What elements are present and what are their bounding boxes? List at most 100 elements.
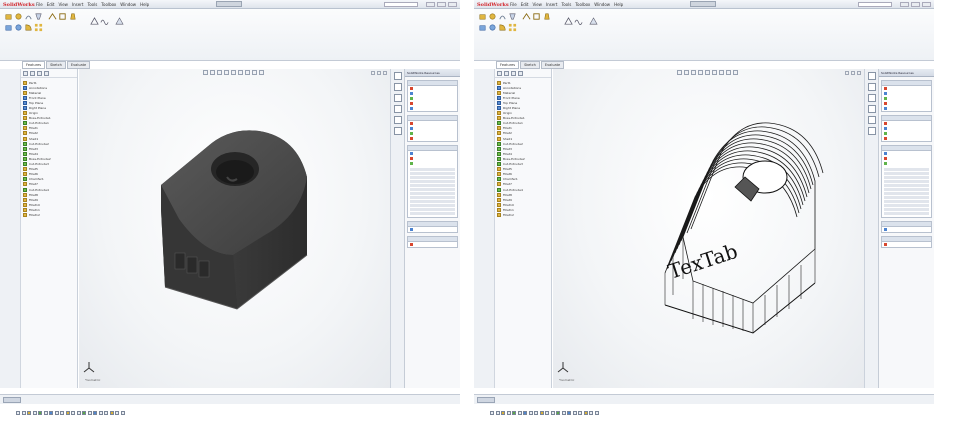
tree-item[interactable]: Fillet12 [497, 212, 551, 217]
curves-icon[interactable] [574, 17, 583, 26]
draft-icon[interactable] [68, 12, 77, 21]
menu-edit[interactable]: Edit [521, 2, 529, 7]
tree-item[interactable]: Fillet12 [23, 212, 77, 217]
grid-icon[interactable] [589, 411, 593, 415]
circle-icon[interactable] [506, 411, 511, 415]
file-explorer-tab-icon[interactable] [393, 94, 402, 102]
smart-dimension-icon[interactable] [539, 411, 544, 415]
resource-link[interactable] [408, 242, 457, 247]
search-input[interactable] [384, 2, 418, 7]
tab-sketch[interactable]: Sketch [520, 61, 540, 69]
extrude-boss-icon[interactable] [4, 12, 13, 21]
design-library-tab-icon[interactable] [393, 83, 402, 91]
fillet-icon[interactable] [24, 23, 33, 32]
extend-icon[interactable] [550, 411, 555, 415]
rapid-sketch-icon[interactable] [594, 411, 599, 415]
instant3d-icon[interactable] [589, 17, 598, 26]
menu-tools[interactable]: Tools [87, 2, 97, 7]
dimxpert-tab-icon[interactable] [44, 71, 49, 76]
shell-icon[interactable] [532, 12, 541, 21]
revolve-cut-icon[interactable] [488, 23, 497, 32]
quick-snaps-icon[interactable] [109, 411, 114, 415]
resource-link[interactable] [882, 136, 931, 141]
smart-dimension-icon[interactable] [65, 411, 70, 415]
shell-icon[interactable] [58, 12, 67, 21]
configuration-manager-tab-icon[interactable] [37, 71, 42, 76]
tab-features[interactable]: Features [22, 61, 46, 69]
move-icon[interactable] [93, 411, 97, 415]
resource-link[interactable] [882, 227, 931, 232]
extrude-boss-icon[interactable] [478, 12, 487, 21]
resource-link[interactable] [882, 106, 931, 111]
resource-link[interactable] [408, 136, 457, 141]
move-icon[interactable] [567, 411, 571, 415]
line-icon[interactable] [495, 411, 500, 415]
rib-icon[interactable] [48, 12, 57, 21]
arc-icon[interactable] [38, 411, 42, 415]
custom-properties-tab-icon[interactable] [867, 127, 876, 135]
offset-icon[interactable] [82, 411, 86, 415]
rapid-sketch-icon[interactable] [120, 411, 125, 415]
dimxpert-tab-icon[interactable] [518, 71, 523, 76]
centerline-icon[interactable] [528, 411, 533, 415]
centerline-icon[interactable] [54, 411, 59, 415]
spline-icon[interactable] [43, 411, 48, 415]
maximize-button[interactable] [911, 2, 920, 7]
menu-file[interactable]: File [36, 2, 43, 7]
graphics-viewport[interactable]: TexTab *Isometric [553, 69, 864, 388]
feature-manager-tab-icon[interactable] [497, 71, 502, 76]
resource-link[interactable] [882, 242, 931, 247]
minimize-button[interactable] [900, 2, 909, 7]
draft-icon[interactable] [542, 12, 551, 21]
minimize-button[interactable] [426, 2, 435, 7]
text-icon[interactable] [534, 411, 538, 415]
sketch-icon[interactable] [490, 411, 494, 415]
repair-icon[interactable] [104, 411, 108, 415]
resource-link[interactable] [408, 106, 457, 111]
design-library-tab-icon[interactable] [867, 83, 876, 91]
model-tab[interactable] [3, 397, 21, 403]
menu-edit[interactable]: Edit [47, 2, 55, 7]
appearances-tab-icon[interactable] [867, 116, 876, 124]
rib-icon[interactable] [522, 12, 531, 21]
reference-geometry-icon[interactable] [564, 17, 573, 26]
property-manager-tab-icon[interactable] [504, 71, 509, 76]
extrude-cut-icon[interactable] [478, 23, 487, 32]
tab-evaluate[interactable]: Evaluate [66, 61, 91, 69]
line-icon[interactable] [21, 411, 26, 415]
view-palette-tab-icon[interactable] [867, 105, 876, 113]
menu-toolbox[interactable]: Toolbox [101, 2, 116, 7]
circle-icon[interactable] [32, 411, 37, 415]
menu-view[interactable]: View [58, 2, 68, 7]
view-palette-tab-icon[interactable] [393, 105, 402, 113]
loft-icon[interactable] [508, 12, 517, 21]
graphics-viewport[interactable]: *Isometric [79, 69, 390, 388]
menu-insert[interactable]: Insert [72, 2, 83, 7]
resources-tab-icon[interactable] [393, 72, 402, 80]
offset-icon[interactable] [556, 411, 560, 415]
menu-tools[interactable]: Tools [561, 2, 571, 7]
menu-file[interactable]: File [510, 2, 517, 7]
menu-window[interactable]: Window [120, 2, 136, 7]
mirror-icon[interactable] [87, 411, 92, 415]
pattern-icon[interactable] [34, 23, 43, 32]
revolve-boss-icon[interactable] [488, 12, 497, 21]
feature-manager-tab-icon[interactable] [23, 71, 28, 76]
file-explorer-tab-icon[interactable] [867, 94, 876, 102]
tab-features[interactable]: Features [496, 61, 520, 69]
instant3d-icon[interactable] [115, 17, 124, 26]
spline-icon[interactable] [517, 411, 522, 415]
loft-icon[interactable] [34, 12, 43, 21]
menu-insert[interactable]: Insert [546, 2, 557, 7]
menu-help[interactable]: Help [140, 2, 149, 7]
tab-evaluate[interactable]: Evaluate [540, 61, 565, 69]
rectangle-icon[interactable] [501, 411, 505, 415]
sweep-icon[interactable] [498, 12, 507, 21]
extend-icon[interactable] [76, 411, 81, 415]
point-icon[interactable] [49, 411, 53, 415]
text-icon[interactable] [60, 411, 64, 415]
model-tab[interactable] [477, 397, 495, 403]
menu-help[interactable]: Help [614, 2, 623, 7]
property-manager-tab-icon[interactable] [30, 71, 35, 76]
close-button[interactable] [448, 2, 457, 7]
